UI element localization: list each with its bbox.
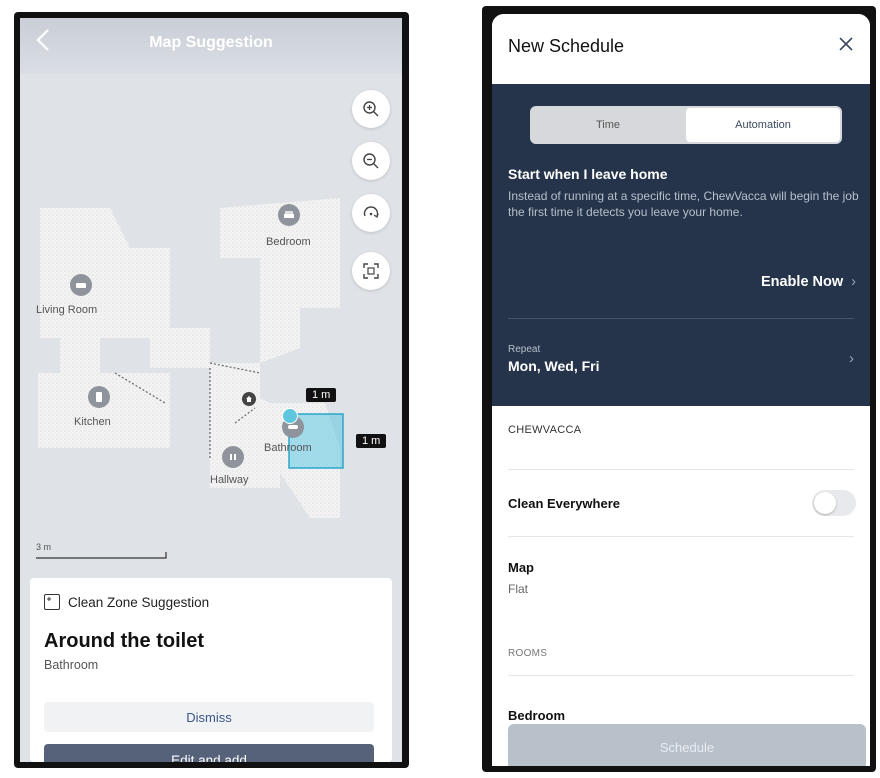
page-title: New Schedule (508, 36, 625, 56)
chevron-right-icon: › (851, 274, 856, 290)
zone-height-tag: 1 m (356, 434, 387, 448)
room-item-bedroom[interactable]: Bedroom (508, 708, 565, 723)
new-schedule-screen: New Schedule Time Automation Start when … (492, 14, 870, 766)
toggle-knob (814, 492, 836, 514)
card-heading: Clean Zone Suggestion (44, 594, 209, 610)
clean-everywhere-toggle[interactable] (812, 490, 856, 516)
rooms-section-header: ROOMS (508, 648, 548, 659)
map-canvas[interactable]: Map Suggestion Bedroom Living Room Kitch… (20, 18, 402, 578)
enable-now-label: Enable Now (760, 274, 844, 290)
room-label-hallway: Hallway (210, 474, 249, 486)
fridge-icon (88, 386, 110, 408)
floor-plan (36, 198, 344, 559)
home-dock-icon (242, 392, 256, 406)
schedule-button[interactable]: Schedule (508, 724, 866, 766)
device-section-header: CHEWVACCA (508, 424, 582, 436)
tab-automation[interactable]: Automation (686, 108, 840, 142)
sparkle-zone-icon (44, 594, 60, 610)
repeat-row[interactable]: Repeat Mon, Wed, Fri › (492, 328, 870, 388)
zoom-out-button[interactable] (352, 142, 390, 180)
hallway-icon (222, 446, 244, 468)
phone-frame-right: New Schedule Time Automation Start when … (482, 6, 876, 772)
rotate-button[interactable] (352, 194, 390, 232)
bedroom-area (220, 198, 340, 363)
close-icon[interactable] (838, 32, 854, 58)
map-value[interactable]: Flat (508, 582, 528, 596)
kitchen-area (38, 373, 170, 448)
mode-segmented-control: Time Automation (530, 106, 842, 144)
scale-label: 3 m (36, 542, 52, 552)
enable-now-link[interactable]: Enable Now › (761, 274, 856, 290)
card-heading-text: Clean Zone Suggestion (68, 594, 210, 610)
zoom-out-icon (363, 153, 379, 169)
dismiss-button[interactable]: Dismiss (44, 702, 374, 732)
automation-description: Instead of running at a specific time, C… (508, 189, 859, 219)
automation-title: Start when I leave home (508, 166, 668, 182)
suggestion-title: Around the toilet (44, 630, 204, 652)
page-title: Map Suggestion (149, 34, 273, 51)
fit-map-button[interactable] (352, 252, 390, 290)
expand-icon (363, 263, 379, 279)
divider (508, 318, 854, 319)
room-label-bathroom: Bathroom (264, 442, 312, 454)
zone-width-tag: 1 m (306, 388, 337, 402)
bed-icon (278, 204, 300, 226)
edit-and-add-button[interactable]: Edit and add (44, 744, 374, 762)
zoom-in-icon (363, 101, 379, 117)
clean-everywhere-label: Clean Everywhere (508, 496, 621, 511)
zone-resize-handle[interactable] (282, 408, 298, 424)
phone-frame-left: Map Suggestion Bedroom Living Room Kitch… (14, 12, 409, 768)
divider (508, 536, 854, 537)
rotate-icon (363, 206, 379, 219)
repeat-label: Repeat (508, 344, 541, 355)
schedule-header: New Schedule (492, 14, 870, 84)
zoom-in-button[interactable] (352, 90, 390, 128)
room-label-kitchen: Kitchen (74, 416, 111, 428)
tab-time[interactable]: Time (530, 106, 686, 144)
suggestion-card: Clean Zone Suggestion Around the toilet … (30, 578, 392, 762)
scale-bar (36, 552, 167, 559)
room-label-living-room: Living Room (36, 304, 98, 316)
map-label: Map (508, 560, 534, 575)
repeat-value: Mon, Wed, Fri (508, 358, 600, 374)
map-suggestion-screen: Map Suggestion Bedroom Living Room Kitch… (20, 18, 402, 762)
suggestion-room: Bathroom (44, 658, 99, 672)
divider (508, 469, 854, 470)
room-label-bedroom: Bedroom (266, 236, 311, 248)
divider (508, 675, 854, 676)
sofa-icon (70, 274, 92, 296)
chevron-right-icon: › (849, 350, 854, 367)
automation-panel: Time Automation Start when I leave home … (492, 84, 870, 406)
living-room-area (40, 208, 210, 373)
